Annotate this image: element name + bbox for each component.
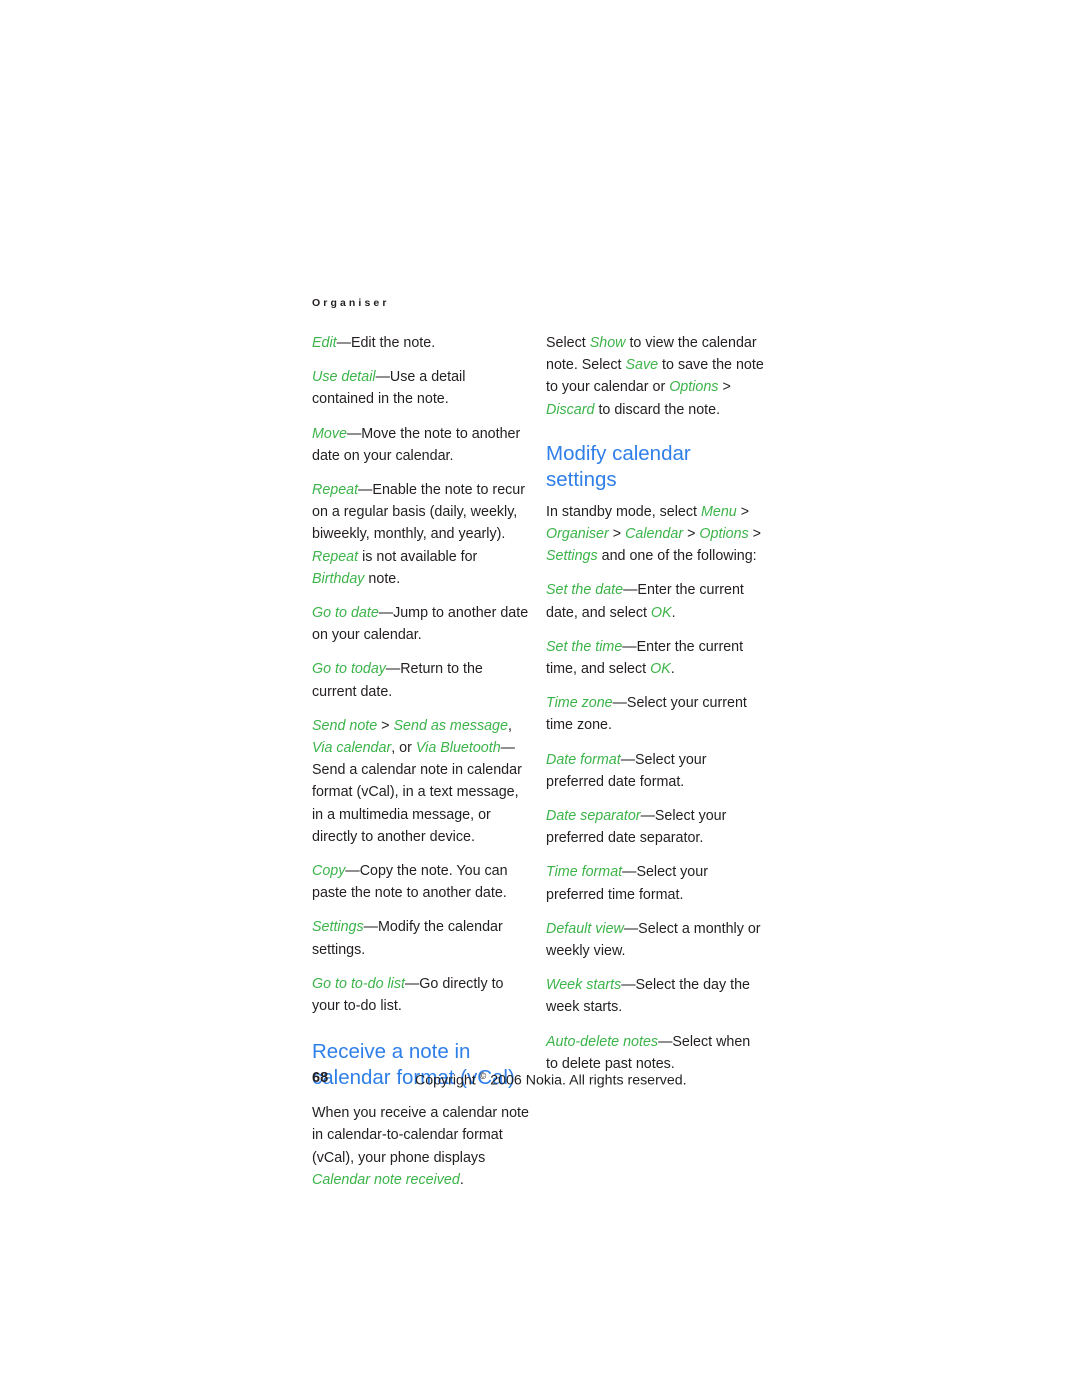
body-paragraph: Go to to-do list—Go directly to your to-… <box>312 973 530 1017</box>
right-column: Select Show to view the calendar note. S… <box>546 332 764 1191</box>
ui-term-highlight: OK <box>650 661 671 678</box>
right-column-after-heading-paragraphs: In standby mode, select Menu > Organiser… <box>546 501 764 1075</box>
ui-term-highlight: Date format <box>546 751 621 768</box>
body-text: . <box>459 1171 464 1188</box>
body-text: , or <box>391 740 416 757</box>
ui-term-highlight: Via calendar <box>312 740 392 757</box>
body-paragraph: Repeat—Enable the note to recur on a reg… <box>312 479 530 590</box>
body-paragraph: When you receive a calendar note in cale… <box>312 1102 530 1191</box>
body-text: > <box>608 526 626 543</box>
ui-term-highlight: Discard <box>546 401 595 418</box>
ui-term-highlight: Settings <box>546 548 598 565</box>
body-text: to discard the note. <box>594 401 721 418</box>
ui-term-highlight: Options <box>699 526 749 543</box>
ui-term-highlight: Calendar note received <box>312 1171 460 1188</box>
body-paragraph: Date separator—Select your preferred dat… <box>546 805 764 849</box>
running-head: Organiser <box>312 297 390 309</box>
body-paragraph: In standby mode, select Menu > Organiser… <box>546 501 764 568</box>
ui-term-highlight: Use detail <box>312 369 376 386</box>
page-footer: 68 Copyright © 2006 Nokia. All rights re… <box>0 1070 1080 1094</box>
ui-term-highlight: OK <box>650 604 672 621</box>
ui-term-highlight: Save <box>625 357 659 374</box>
ui-term-highlight: Settings <box>312 919 364 936</box>
body-text: > <box>748 526 762 543</box>
copyright-notice: Copyright © 2006 Nokia. All rights reser… <box>415 1071 687 1089</box>
body-text: , <box>507 717 512 734</box>
ui-term-highlight: Go to to-do list <box>312 975 405 992</box>
body-paragraph: Set the date—Enter the current date, and… <box>546 579 764 623</box>
body-paragraph: Time zone—Select your current time zone. <box>546 692 764 736</box>
body-paragraph: Copy—Copy the note. You can paste the no… <box>312 860 530 904</box>
body-text: > <box>683 526 700 543</box>
ui-term-highlight: Send note <box>312 717 378 734</box>
ui-term-highlight: Date separator <box>546 808 641 825</box>
body-paragraph: Go to today—Return to the current date. <box>312 658 530 702</box>
left-column: Edit—Edit the note. Use detail—Use a deta… <box>312 332 530 1191</box>
body-paragraph: Use detail—Use a detail contained in the… <box>312 366 530 410</box>
heading-modify-calendar-settings: Modify calendar settings <box>546 441 691 491</box>
body-text: When you receive a calendar note in cale… <box>312 1105 529 1166</box>
body-text: In standby mode, select <box>546 503 701 520</box>
copyright-prefix: Copyright <box>415 1072 480 1089</box>
body-paragraph: Default view—Select a monthly or weekly … <box>546 918 764 962</box>
ui-term-highlight: Time format <box>546 864 623 881</box>
ui-term-highlight: Menu <box>700 503 737 520</box>
body-paragraph: Send note > Send as message, Via calenda… <box>312 715 530 848</box>
body-paragraph: Go to date—Jump to another date on your … <box>312 602 530 646</box>
body-paragraph: Move—Move the note to another date on yo… <box>312 423 530 467</box>
body-paragraph: Date format—Select your preferred date f… <box>546 749 764 793</box>
ui-term-highlight: Show <box>589 335 626 351</box>
ui-term-highlight: Via Bluetooth <box>415 740 501 757</box>
left-column-after-heading-paragraphs: When you receive a calendar note in cale… <box>312 1102 530 1191</box>
body-text: . <box>670 661 675 678</box>
body-paragraph: Time format—Select your preferred time f… <box>546 861 764 905</box>
right-column-paragraphs: Select Show to view the calendar note. S… <box>546 332 764 421</box>
body-text: > <box>736 503 750 520</box>
ui-term-highlight: Options <box>669 379 719 396</box>
ui-term-highlight: Calendar <box>625 526 684 543</box>
manual-page: Organiser Edit—Edit the note. Use detail—… <box>0 0 1080 1397</box>
body-text: Select <box>546 335 590 351</box>
ui-term-highlight: Send as message <box>393 717 508 734</box>
ui-term-highlight: Week starts <box>546 977 622 994</box>
body-text: is not available for <box>358 548 478 565</box>
ui-term-highlight: Organiser <box>546 526 609 543</box>
ui-term-highlight: Edit <box>312 335 337 351</box>
body-text: note. <box>364 570 401 587</box>
copyright-suffix: 2006 Nokia. All rights reserved. <box>486 1072 687 1089</box>
ui-term-highlight: Go to today <box>312 661 386 678</box>
body-text: > <box>718 379 731 396</box>
body-paragraph: Week starts—Select the day the week star… <box>546 974 764 1018</box>
ui-term-highlight: Default view <box>546 920 624 937</box>
body-paragraph: Auto-delete notes—Select when to delete … <box>546 1031 764 1075</box>
ui-term-highlight: Auto-delete notes <box>546 1033 659 1050</box>
body-text: > <box>377 717 394 734</box>
body-text: and one of the following: <box>597 548 757 565</box>
ui-term-highlight: Go to date <box>312 605 379 622</box>
body-paragraph: Edit—Edit the note. <box>312 332 530 354</box>
ui-term-highlight: Time zone <box>546 695 613 712</box>
ui-term-highlight: Set the time <box>546 638 623 655</box>
body-text: —Edit the note. <box>336 335 436 351</box>
ui-term-highlight: Repeat <box>312 482 359 499</box>
ui-term-highlight: Copy <box>312 863 346 880</box>
ui-term-highlight: Set the date <box>546 582 624 599</box>
heading-modify-calendar-settings-block: Modify calendar settings <box>546 441 764 493</box>
two-column-body: Edit—Edit the note. Use detail—Use a deta… <box>312 332 764 1191</box>
ui-term-highlight: Birthday <box>312 570 365 587</box>
body-paragraph: Set the time—Enter the current time, and… <box>546 636 764 680</box>
body-paragraph: Select Show to view the calendar note. S… <box>546 332 764 421</box>
body-paragraph: Settings—Modify the calendar settings. <box>312 916 530 960</box>
body-text: . <box>671 604 676 621</box>
ui-term-highlight: Move <box>312 425 347 442</box>
left-column-paragraphs: Edit—Edit the note. Use detail—Use a deta… <box>312 332 530 1017</box>
page-number: 68 <box>312 1070 329 1086</box>
ui-term-highlight: Repeat <box>312 548 359 565</box>
